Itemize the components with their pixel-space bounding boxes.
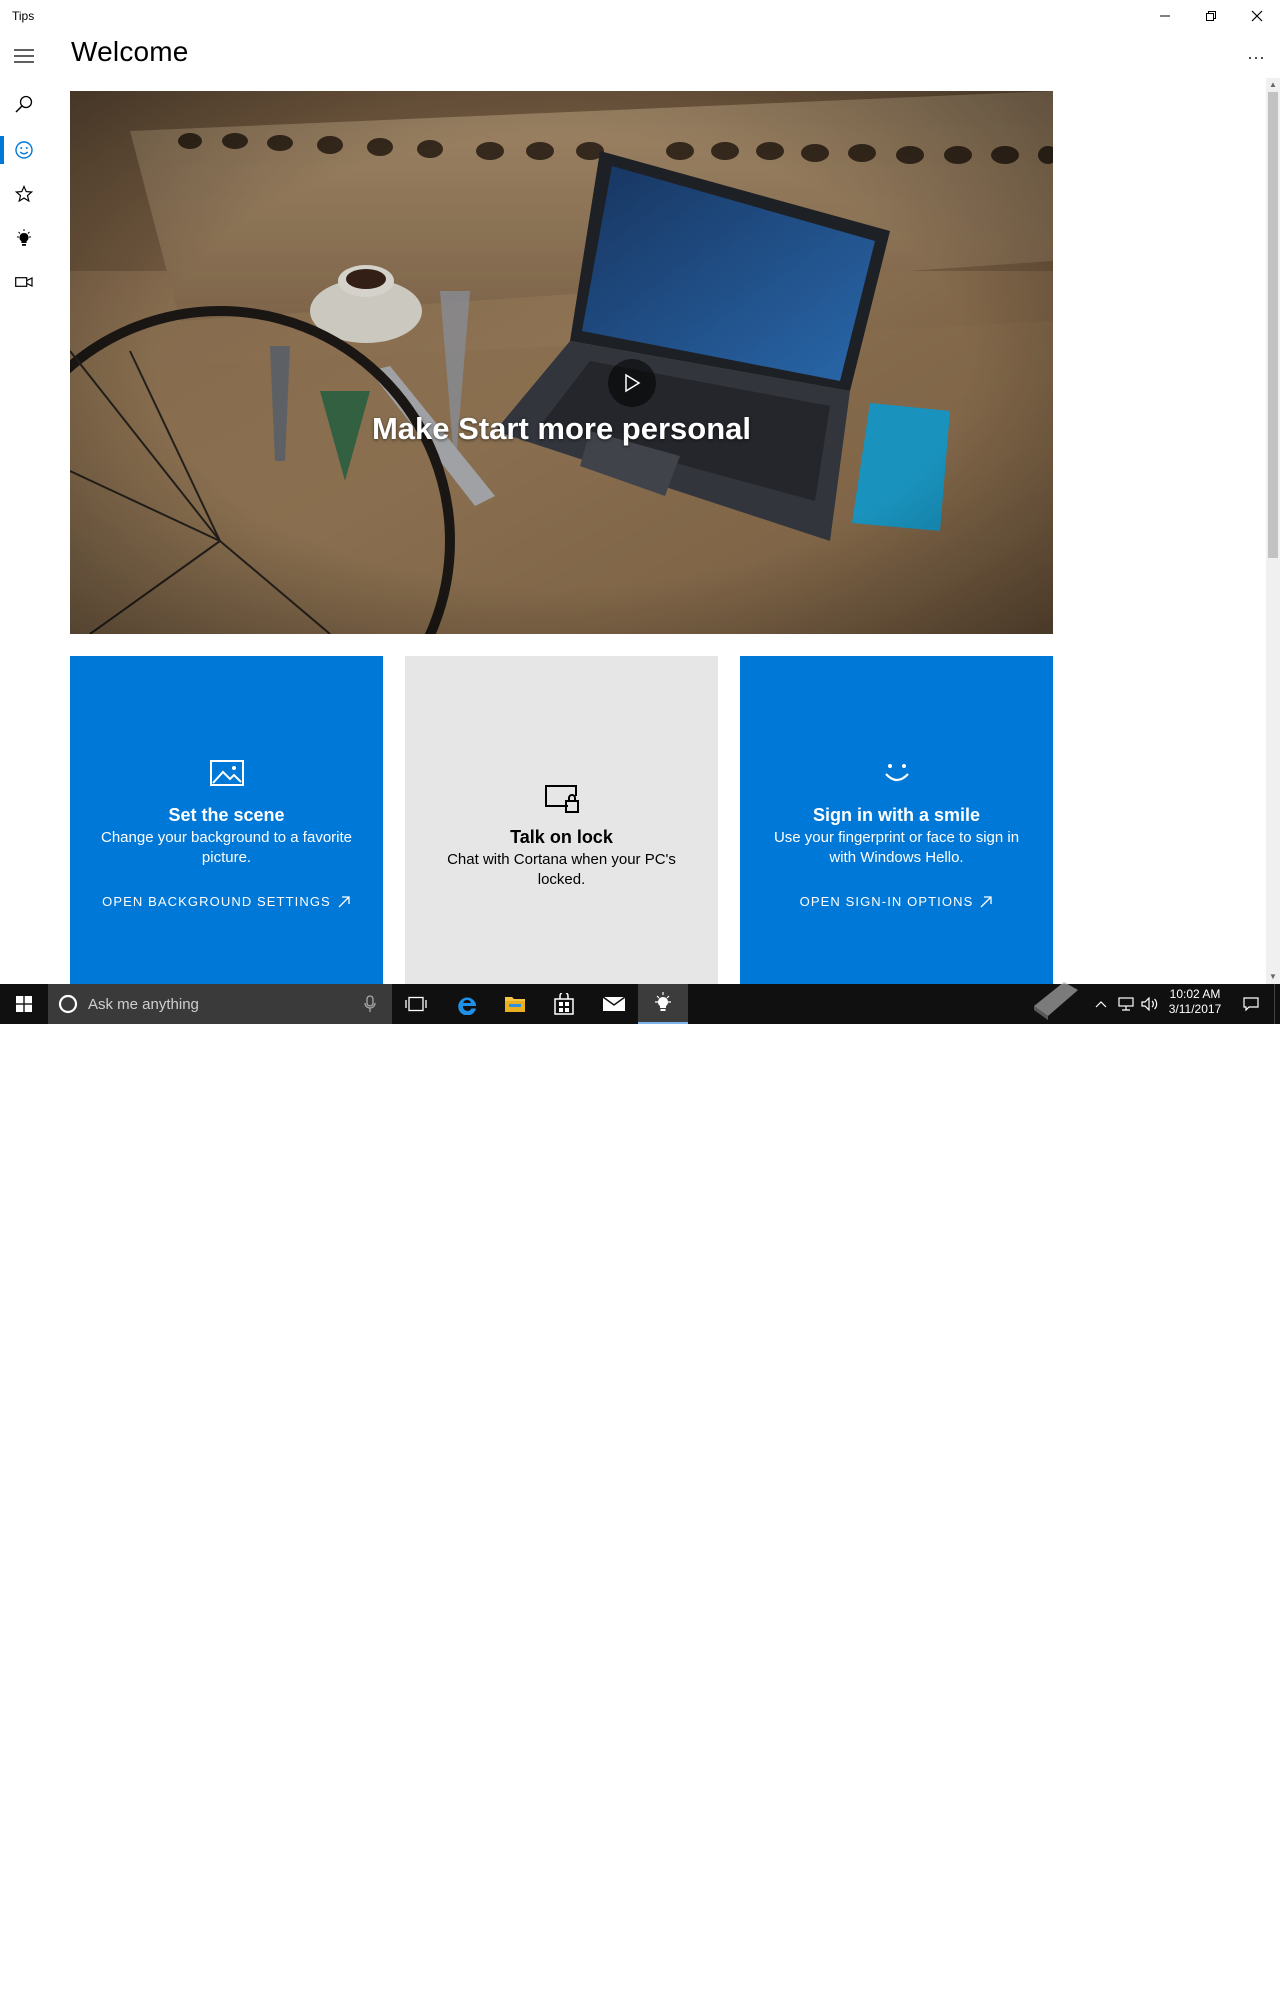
speaker-icon xyxy=(1141,997,1158,1011)
lightbulb-icon xyxy=(17,229,31,246)
mail-button[interactable] xyxy=(590,984,638,1024)
play-icon xyxy=(625,373,641,393)
open-sign-in-options-link[interactable]: OPEN SIGN-IN OPTIONS xyxy=(740,894,1053,909)
microphone-icon[interactable] xyxy=(364,995,376,1013)
vertical-scrollbar[interactable]: ▲ ▼ xyxy=(1266,78,1280,984)
scroll-thumb[interactable] xyxy=(1268,92,1278,558)
close-button[interactable] xyxy=(1234,0,1280,32)
mail-icon xyxy=(602,996,626,1011)
sidebar-item-favorites[interactable] xyxy=(0,172,48,216)
cortana-circle-icon xyxy=(58,994,78,1014)
open-background-settings-link[interactable]: OPEN BACKGROUND SETTINGS xyxy=(70,894,383,909)
search-icon xyxy=(15,95,33,113)
sidebar-item-search[interactable] xyxy=(0,82,48,126)
start-button[interactable] xyxy=(0,984,48,1024)
card-set-the-scene[interactable]: Set the scene Change your background to … xyxy=(70,656,383,984)
search-placeholder: Ask me anything xyxy=(88,995,199,1013)
card-title: Talk on lock xyxy=(510,827,613,847)
chevron-up-icon xyxy=(1095,1001,1107,1008)
close-icon xyxy=(1251,10,1263,22)
hamburger-icon xyxy=(14,49,34,63)
card-title: Set the scene xyxy=(168,805,285,825)
hero-image xyxy=(70,91,1053,634)
notification-icon xyxy=(1243,997,1259,1011)
store-bag-icon xyxy=(554,993,574,1015)
hero-video[interactable]: Make Start more personal xyxy=(70,91,1053,634)
volume-button[interactable] xyxy=(1138,984,1162,1024)
more-options-button[interactable]: ··· xyxy=(1238,42,1274,72)
watermark: The Collection Book xyxy=(1092,1973,1252,1994)
lock-screen-icon xyxy=(544,785,579,813)
taskbar: Ask me anything The Collection Book 10:0… xyxy=(0,982,1280,1994)
task-view-button[interactable] xyxy=(392,984,440,1024)
book-watermark-icon xyxy=(1034,982,1078,1020)
file-explorer-button[interactable] xyxy=(491,984,539,1024)
edge-icon xyxy=(458,997,476,1015)
page-title: Welcome xyxy=(71,36,189,67)
tips-app-button[interactable] xyxy=(638,984,688,1024)
lightbulb-icon xyxy=(655,992,671,1011)
arrow-up-right-icon xyxy=(980,895,992,907)
edge-browser-button[interactable] xyxy=(443,984,491,1024)
smile-icon xyxy=(884,764,909,782)
maximize-button[interactable] xyxy=(1188,0,1234,32)
cortana-search-box[interactable]: Ask me anything xyxy=(48,984,392,1024)
minimize-icon xyxy=(1160,15,1170,17)
store-button[interactable] xyxy=(540,984,588,1024)
task-view-icon xyxy=(405,996,427,1012)
windows-logo-icon xyxy=(16,996,32,1012)
link-label: OPEN SIGN-IN OPTIONS xyxy=(799,894,974,909)
sidebar-item-welcome[interactable] xyxy=(0,128,48,172)
clock-time: 10:02 AM xyxy=(1169,987,1221,1001)
link-label: OPEN BACKGROUND SETTINGS xyxy=(102,894,331,909)
video-camera-icon xyxy=(15,277,33,287)
arrow-up-right-icon xyxy=(338,895,350,907)
nav-sidebar xyxy=(0,32,48,984)
sidebar-item-videos[interactable] xyxy=(0,260,48,304)
title-bar: Tips xyxy=(0,0,1280,32)
network-button[interactable] xyxy=(1114,984,1138,1024)
network-icon xyxy=(1118,997,1134,1011)
sidebar-item-tips[interactable] xyxy=(0,216,48,260)
folder-icon xyxy=(505,997,525,1012)
picture-icon xyxy=(209,760,244,786)
restore-icon xyxy=(1206,11,1216,21)
smiley-icon xyxy=(15,141,33,159)
show-hidden-icons-button[interactable] xyxy=(1090,984,1112,1024)
card-talk-on-lock[interactable]: Talk on lock Chat with Cortana when your… xyxy=(405,656,718,984)
action-center-button[interactable] xyxy=(1236,984,1266,1024)
card-description: Use your fingerprint or face to sign in … xyxy=(773,829,1020,866)
hamburger-menu-button[interactable] xyxy=(0,34,48,78)
card-description: Change your background to a favorite pic… xyxy=(101,829,352,866)
show-desktop-button[interactable] xyxy=(1274,984,1280,1024)
play-button[interactable] xyxy=(608,359,656,407)
hero-title: Make Start more personal xyxy=(371,411,752,446)
app-title: Tips xyxy=(12,9,35,23)
clock-date: 3/11/2017 xyxy=(1168,1002,1222,1016)
card-sign-in-with-a-smile[interactable]: Sign in with a smile Use your fingerprin… xyxy=(740,656,1053,984)
star-icon xyxy=(15,185,33,203)
card-title: Sign in with a smile xyxy=(812,805,981,825)
scroll-down-arrow[interactable]: ▼ xyxy=(1266,970,1280,982)
scroll-up-arrow[interactable]: ▲ xyxy=(1266,78,1280,90)
clock[interactable]: 10:02 AM 3/11/2017 xyxy=(1160,987,1230,1017)
card-description: Chat with Cortana when your PC's locked. xyxy=(447,851,676,888)
minimize-button[interactable] xyxy=(1142,0,1188,32)
